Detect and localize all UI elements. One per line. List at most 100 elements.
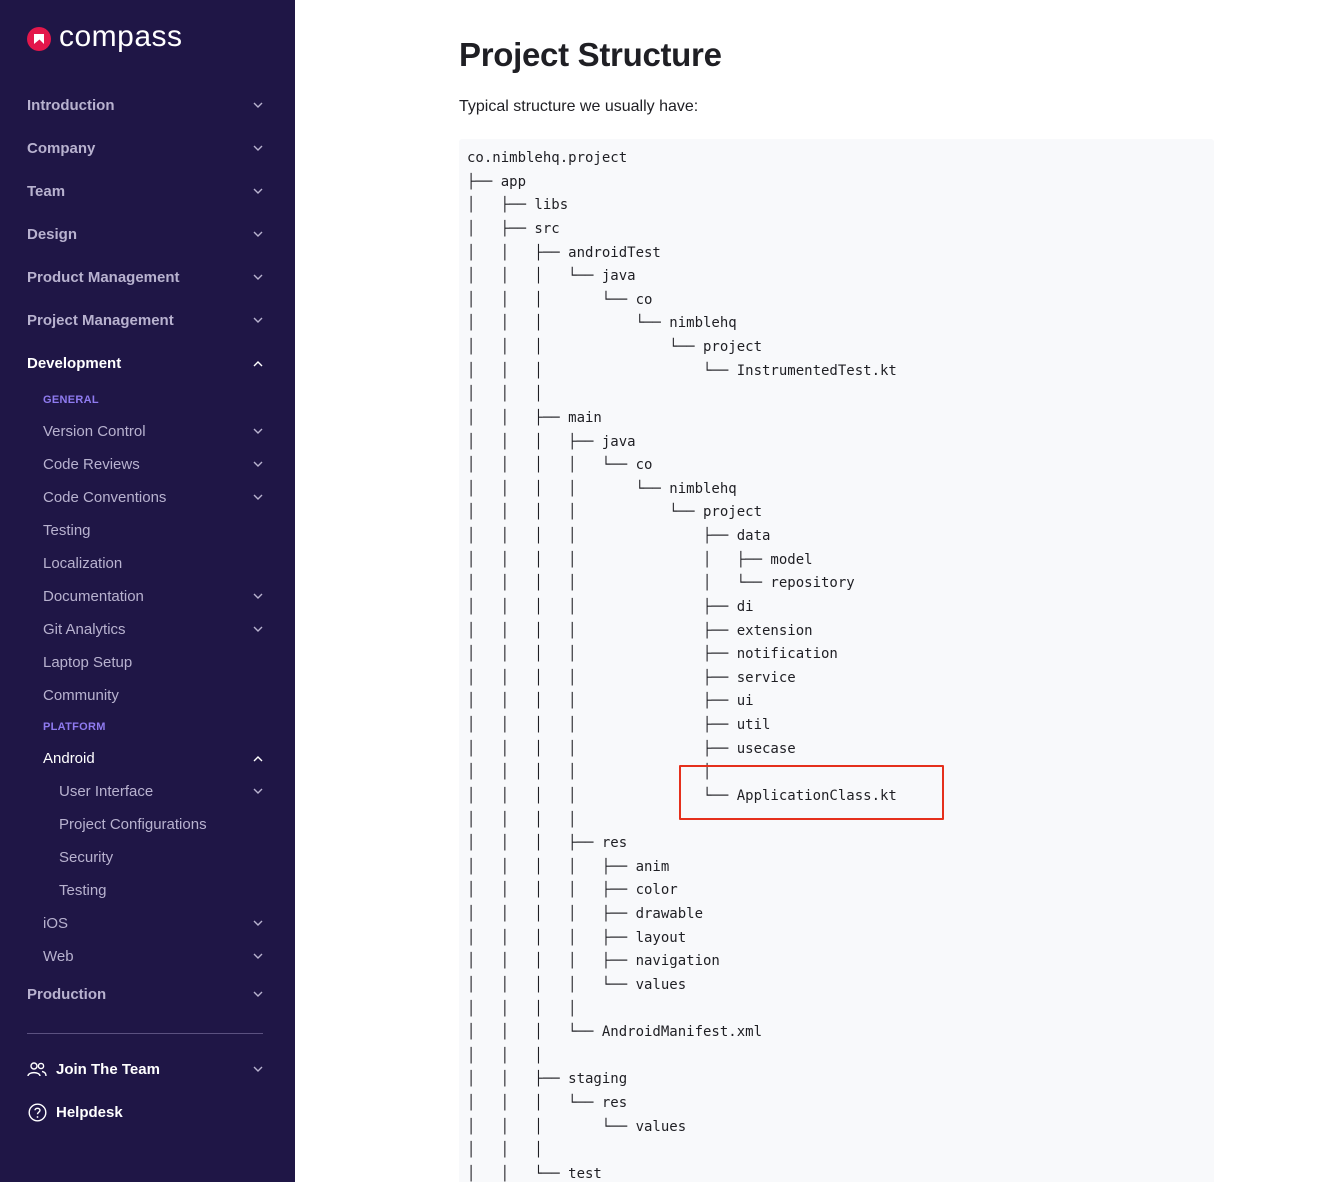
sidebar-item-label: Testing <box>43 521 91 539</box>
code-line: │ ├── src <box>467 220 560 237</box>
sidebar-item-documentation[interactable]: Documentation <box>43 584 263 608</box>
compass-logo-icon <box>27 27 51 51</box>
sidebar-item-label: Web <box>43 947 74 965</box>
sidebar-item-label: Code Reviews <box>43 455 140 473</box>
code-line: │ │ │ ├── res <box>467 835 628 852</box>
sidebar-item-design[interactable]: Design <box>27 222 263 246</box>
sidebar-item-localization[interactable]: Localization <box>43 551 263 575</box>
code-line: │ │ │ └── nimblehq <box>467 315 737 332</box>
code-line: │ │ │ │ └── values <box>467 976 687 993</box>
sidebar-item-join-the-team[interactable]: Join The Team <box>27 1057 263 1081</box>
chevron-down-icon <box>253 591 263 601</box>
sidebar-item-testing[interactable]: Testing <box>43 518 263 542</box>
sidebar-item-label: iOS <box>43 914 69 932</box>
code-line: │ │ │ ├── java <box>467 433 636 450</box>
sidebar-item-company[interactable]: Company <box>27 136 263 160</box>
code-line: │ │ │ │ ├── data <box>467 528 771 544</box>
chevron-down-icon <box>253 426 263 436</box>
code-line: │ │ │ └── values <box>467 1118 687 1135</box>
sidebar-item-label: Team <box>27 182 66 200</box>
code-line: │ │ ├── staging <box>467 1071 628 1088</box>
sidebar-item-git-analytics[interactable]: Git Analytics <box>43 617 263 641</box>
code-line: │ │ │ │ ├── navigation <box>467 953 720 970</box>
section-label-platform: PLATFORM <box>43 721 106 733</box>
code-line: │ │ └── test <box>467 1165 602 1182</box>
code-line: │ │ │ └── InstrumentedTest.kt <box>467 362 897 379</box>
sidebar-item-label: Security <box>59 848 114 866</box>
sidebar-item-label: Introduction <box>27 96 115 114</box>
logo-text: compass <box>59 20 183 53</box>
code-line: │ │ │ │ ├── service <box>467 669 796 686</box>
sidebar-item-android-testing[interactable]: Testing <box>59 878 263 902</box>
code-line: │ │ │ │ ├── util <box>467 717 771 733</box>
code-line: │ │ │ <box>467 1047 543 1064</box>
sidebar-item-introduction[interactable]: Introduction <box>27 93 263 117</box>
code-line: │ │ │ │ │ ├── model <box>467 551 813 568</box>
sidebar-divider <box>27 1033 263 1034</box>
sidebar-item-helpdesk[interactable]: Helpdesk <box>27 1100 263 1124</box>
sidebar-item-label: Design <box>27 225 78 243</box>
code-line: ├── app <box>467 173 527 190</box>
sidebar-item-label: Company <box>27 139 96 157</box>
chevron-down-icon <box>253 459 263 469</box>
chevron-down-icon <box>253 315 263 325</box>
sidebar-item-project-configurations[interactable]: Project Configurations <box>59 812 263 836</box>
sidebar-item-security[interactable]: Security <box>59 845 263 869</box>
code-line: │ │ │ │ ├── usecase <box>467 740 796 757</box>
code-line: │ │ │ <box>467 386 543 403</box>
code-line: │ ├── libs <box>467 197 569 214</box>
sidebar-item-project-management[interactable]: Project Management <box>27 308 263 332</box>
code-line: │ │ │ └── AndroidManifest.xml <box>467 1024 763 1041</box>
sidebar-item-development[interactable]: Development <box>27 351 263 375</box>
code-line: │ │ │ │ └── nimblehq <box>467 480 737 497</box>
code-line: │ │ │ └── java <box>467 268 636 285</box>
intro-text: Typical structure we usually have: <box>459 98 699 115</box>
code-line: │ │ ├── main <box>467 409 602 426</box>
sidebar-item-label: Code Conventions <box>43 488 167 506</box>
sidebar-item-laptop-setup[interactable]: Laptop Setup <box>43 650 263 674</box>
sidebar-item-code-reviews[interactable]: Code Reviews <box>43 452 263 476</box>
sidebar-item-label: Android <box>43 749 95 767</box>
chevron-down-icon <box>253 100 263 110</box>
code-block: co.nimblehq.project ├── app │ ├── libs │ ├─… <box>459 139 1214 1182</box>
sidebar-item-label: Localization <box>43 554 123 572</box>
sidebar: compass Introduction Company Team Design… <box>0 0 295 1182</box>
main-content: Project Structure Typical structure we u… <box>295 0 1335 1182</box>
code-line: │ │ ├── androidTest <box>467 244 661 261</box>
sidebar-item-production[interactable]: Production <box>27 982 263 1006</box>
chevron-down-icon <box>253 786 263 796</box>
code-line: │ │ │ │ ├── di <box>467 598 754 615</box>
sidebar-item-label: Laptop Setup <box>43 653 133 671</box>
people-icon <box>27 1059 47 1079</box>
highlight-box <box>679 765 944 820</box>
code-line: │ │ │ │ ├── color <box>467 882 678 899</box>
code-line: │ │ │ │ │ └── repository <box>467 575 855 592</box>
sidebar-item-label: Development <box>27 354 122 372</box>
code-line: │ │ │ <box>467 1142 543 1159</box>
sidebar-item-version-control[interactable]: Version Control <box>43 419 263 443</box>
sidebar-item-product-management[interactable]: Product Management <box>27 265 263 289</box>
code-line: │ │ │ │ └── co <box>467 457 653 474</box>
section-label-general: GENERAL <box>43 394 99 406</box>
sidebar-item-community[interactable]: Community <box>43 683 263 707</box>
sidebar-item-label: Git Analytics <box>43 620 126 638</box>
sidebar-item-android[interactable]: Android <box>43 746 263 770</box>
code-line: │ │ │ └── project <box>467 339 763 355</box>
chevron-down-icon <box>253 918 263 928</box>
question-circle-icon <box>27 1102 47 1122</box>
directory-tree: co.nimblehq.project ├── app │ ├── libs │ ├─… <box>467 147 897 1182</box>
sidebar-item-team[interactable]: Team <box>27 179 263 203</box>
code-line: │ │ │ │ ├── extension <box>467 622 813 639</box>
sidebar-item-label: Community <box>43 686 119 704</box>
code-line: │ │ │ │ ├── notification <box>467 646 838 663</box>
sidebar-item-code-conventions[interactable]: Code Conventions <box>43 485 263 509</box>
code-line: │ │ │ │ ├── drawable <box>467 906 704 922</box>
sidebar-item-label: Production <box>27 985 107 1003</box>
code-line: │ │ │ └── res <box>467 1095 628 1111</box>
sidebar-item-user-interface[interactable]: User Interface <box>59 779 263 803</box>
sidebar-item-ios[interactable]: iOS <box>43 911 263 935</box>
chevron-down-icon <box>253 143 263 153</box>
sidebar-item-label: Helpdesk <box>56 1103 123 1121</box>
logo[interactable]: compass <box>27 20 183 54</box>
sidebar-item-web[interactable]: Web <box>43 944 263 968</box>
